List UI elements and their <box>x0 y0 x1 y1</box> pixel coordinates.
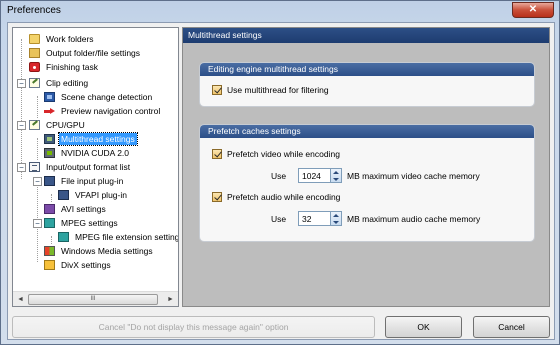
video-cache-spinner[interactable] <box>331 168 342 183</box>
tree-item-label: Finishing task <box>46 61 98 72</box>
edit-icon <box>29 119 40 130</box>
tree-item-label: AVI settings <box>61 203 106 214</box>
tree-horizontal-scrollbar[interactable]: ◄ III ► <box>13 291 178 306</box>
dialog-body: − − − − − Work folders Output folder/fil… <box>7 22 555 340</box>
cancel-button[interactable]: Cancel <box>473 316 550 338</box>
tree-item-label: Multithread settings <box>58 131 138 146</box>
tree-item-vfapi-plugin[interactable]: VFAPI plug-in <box>58 188 129 201</box>
settings-panel: Multithread settings Editing engine mult… <box>182 27 550 307</box>
expander-mpeg[interactable]: − <box>33 219 42 228</box>
tree-item-finishing-task[interactable]: Finishing task <box>29 60 100 73</box>
tree-item-multithread-settings[interactable]: Multithread settings <box>44 131 138 146</box>
list-icon <box>29 161 40 172</box>
folder-icon <box>29 33 40 44</box>
panel-title: Multithread settings <box>183 28 549 43</box>
group-title: Editing engine multithread settings <box>200 63 534 76</box>
tree-item-mpeg-settings[interactable]: MPEG settings <box>44 216 120 229</box>
preferences-window: Preferences ✕ − − − − − Work folders Out… <box>0 0 560 345</box>
audio-cache-input[interactable]: 32 <box>298 211 331 226</box>
audio-cache-row: Use 32 MB maximum audio cache memory <box>271 211 480 226</box>
tree-item-scene-change-detection[interactable]: Scene change detection <box>44 90 154 103</box>
scroll-right-icon[interactable]: ► <box>165 294 176 305</box>
tree-item-label: Windows Media settings <box>61 245 153 256</box>
tree-item-avi-settings[interactable]: AVI settings <box>44 202 108 215</box>
tree-item-divx-settings[interactable]: DivX settings <box>44 258 113 271</box>
chip-icon <box>44 133 55 144</box>
film-icon <box>44 203 55 214</box>
tree-item-label: File input plug-in <box>61 175 124 186</box>
prefetch-audio-checkbox[interactable]: Prefetch audio while encoding <box>212 192 340 202</box>
finishing-task-icon <box>29 61 40 72</box>
use-multithread-checkbox[interactable]: Use multithread for filtering <box>212 85 329 95</box>
tree-item-label: VFAPI plug-in <box>75 189 127 200</box>
tree-item-label: CPU/GPU <box>46 119 85 130</box>
monitor-icon <box>58 189 69 200</box>
tree-item-cpu-gpu[interactable]: CPU/GPU <box>29 118 87 131</box>
windows-media-icon <box>44 245 55 256</box>
checkbox-checked-icon[interactable] <box>212 149 222 159</box>
tree-item-label: MPEG settings <box>61 217 118 228</box>
checkbox-label: Prefetch audio while encoding <box>227 192 341 202</box>
arrow-icon <box>44 106 55 116</box>
tree-item-file-input-plugin[interactable]: File input plug-in <box>44 174 125 187</box>
tree-item-output-folder[interactable]: Output folder/file settings <box>29 46 142 59</box>
tree-item-label: Output folder/file settings <box>46 47 141 58</box>
prefetch-caches-group: Prefetch caches settings Prefetch video … <box>199 124 535 242</box>
checkbox-checked-icon[interactable] <box>212 192 222 202</box>
video-cache-row: Use 1024 MB maximum video cache memory <box>271 168 480 183</box>
tree-item-label: Input/output format list <box>46 161 131 172</box>
nvidia-icon <box>44 147 55 158</box>
tree-item-mpeg-file-extension[interactable]: MPEG file extension setting <box>58 230 178 243</box>
expander-cpu-gpu[interactable]: − <box>17 121 26 130</box>
window-title: Preferences <box>7 5 61 16</box>
ok-button[interactable]: OK <box>385 316 462 338</box>
tree-item-label: Work folders <box>46 33 94 44</box>
settings-tree[interactable]: − − − − − Work folders Output folder/fil… <box>12 27 179 307</box>
tree-item-nvidia-cuda[interactable]: NVIDIA CUDA 2.0 <box>44 146 131 159</box>
use-label: Use <box>271 170 287 181</box>
edit-icon <box>29 77 40 88</box>
group-title: Prefetch caches settings <box>200 125 534 138</box>
scrollbar-thumb[interactable]: III <box>28 294 158 305</box>
audio-cache-spinner[interactable] <box>331 211 342 226</box>
monitor-icon <box>44 175 55 186</box>
checkbox-checked-icon[interactable] <box>212 85 222 95</box>
tree-item-label: DivX settings <box>61 259 111 270</box>
tree-item-clip-editing[interactable]: Clip editing <box>29 76 90 89</box>
cancel-dont-display-button[interactable]: Cancel "Do not display this message agai… <box>12 316 375 338</box>
checkbox-label: Use multithread for filtering <box>227 85 329 95</box>
folder-settings-icon <box>29 47 40 58</box>
tree-item-label: NVIDIA CUDA 2.0 <box>61 147 130 158</box>
close-button[interactable]: ✕ <box>512 2 554 18</box>
scene-icon <box>44 91 55 102</box>
expander-io-format[interactable]: − <box>17 163 26 172</box>
video-cache-suffix: MB maximum video cache memory <box>347 170 480 181</box>
tree-item-label: Preview navigation control <box>61 105 161 116</box>
audio-cache-suffix: MB maximum audio cache memory <box>347 213 481 224</box>
expander-clip-editing[interactable]: − <box>17 79 26 88</box>
tree-item-windows-media[interactable]: Windows Media settings <box>44 244 155 257</box>
checkbox-label: Prefetch video while encoding <box>227 149 340 159</box>
mpeg-icon <box>44 217 55 228</box>
video-cache-input[interactable]: 1024 <box>298 168 331 183</box>
mpeg-icon <box>58 231 69 242</box>
expander-file-input[interactable]: − <box>33 177 42 186</box>
tree-item-label: Scene change detection <box>61 91 153 102</box>
scroll-left-icon[interactable]: ◄ <box>15 294 26 305</box>
tree-item-io-format-list[interactable]: Input/output format list <box>29 160 132 173</box>
editing-multithread-group: Editing engine multithread settings Use … <box>199 62 535 107</box>
tree-item-label: MPEG file extension setting <box>75 231 178 242</box>
prefetch-video-checkbox[interactable]: Prefetch video while encoding <box>212 149 340 159</box>
tree-item-preview-navigation[interactable]: Preview navigation control <box>44 104 162 117</box>
tree-item-work-folders[interactable]: Work folders <box>29 32 96 45</box>
tree-item-label: Clip editing <box>46 77 89 88</box>
divx-icon <box>44 259 55 270</box>
use-label: Use <box>271 213 287 224</box>
